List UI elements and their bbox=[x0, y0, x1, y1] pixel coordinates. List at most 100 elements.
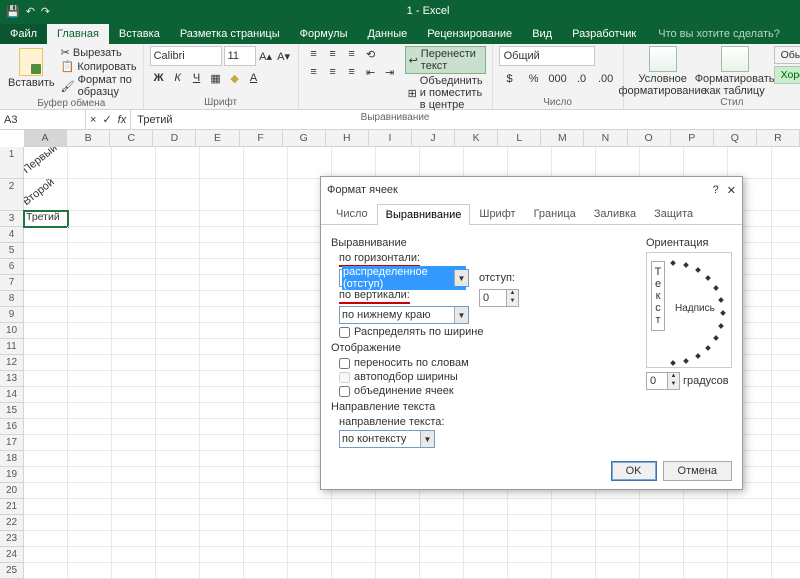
cell[interactable] bbox=[68, 499, 112, 515]
cell[interactable] bbox=[68, 307, 112, 323]
cell[interactable] bbox=[156, 275, 200, 291]
cell[interactable] bbox=[728, 515, 772, 531]
cell[interactable] bbox=[156, 259, 200, 275]
cell[interactable] bbox=[156, 483, 200, 499]
cell[interactable] bbox=[772, 323, 800, 339]
spin-down-icon[interactable]: ▼ bbox=[507, 298, 518, 306]
cell[interactable] bbox=[156, 531, 200, 547]
close-icon[interactable]: ✕ bbox=[727, 184, 736, 197]
cell[interactable] bbox=[200, 243, 244, 259]
cell[interactable] bbox=[200, 323, 244, 339]
name-box[interactable]: A3 bbox=[0, 110, 86, 129]
cell[interactable] bbox=[200, 147, 244, 179]
cell[interactable] bbox=[596, 563, 640, 579]
tab-formulas[interactable]: Формулы bbox=[290, 24, 358, 44]
italic-button[interactable]: К bbox=[169, 69, 187, 87]
cell[interactable] bbox=[464, 147, 508, 179]
style-good[interactable]: Хороший bbox=[774, 66, 800, 84]
cell[interactable] bbox=[200, 515, 244, 531]
row-header-4[interactable]: 4 bbox=[0, 227, 24, 243]
row-header-7[interactable]: 7 bbox=[0, 275, 24, 291]
cell[interactable] bbox=[156, 291, 200, 307]
cell[interactable] bbox=[772, 259, 800, 275]
cell[interactable] bbox=[112, 259, 156, 275]
cell[interactable] bbox=[244, 435, 288, 451]
row-header-8[interactable]: 8 bbox=[0, 291, 24, 307]
row-header-13[interactable]: 13 bbox=[0, 371, 24, 387]
chk-merge[interactable]: объединение ячеек bbox=[339, 385, 638, 397]
cell[interactable] bbox=[552, 531, 596, 547]
cell[interactable] bbox=[684, 499, 728, 515]
cell[interactable] bbox=[640, 547, 684, 563]
cell[interactable] bbox=[68, 259, 112, 275]
cell[interactable] bbox=[156, 387, 200, 403]
cell[interactable] bbox=[772, 451, 800, 467]
col-header-J[interactable]: J bbox=[412, 130, 455, 146]
cell[interactable] bbox=[112, 563, 156, 579]
align-bottom-icon[interactable]: ≡ bbox=[343, 46, 361, 62]
cell[interactable] bbox=[24, 531, 68, 547]
cell[interactable] bbox=[772, 403, 800, 419]
col-header-H[interactable]: H bbox=[326, 130, 369, 146]
cell[interactable] bbox=[376, 515, 420, 531]
cell[interactable] bbox=[200, 179, 244, 211]
cell[interactable] bbox=[200, 419, 244, 435]
cell[interactable] bbox=[640, 499, 684, 515]
cell[interactable] bbox=[24, 339, 68, 355]
cell[interactable] bbox=[640, 531, 684, 547]
cell[interactable] bbox=[596, 547, 640, 563]
cell[interactable] bbox=[244, 355, 288, 371]
currency-icon[interactable]: $ bbox=[499, 69, 521, 89]
col-header-I[interactable]: I bbox=[369, 130, 412, 146]
indent-spinner[interactable]: 0▲▼ bbox=[479, 289, 519, 307]
cell[interactable] bbox=[24, 243, 68, 259]
cell[interactable] bbox=[640, 147, 684, 179]
conditional-formatting-button[interactable]: Условное форматирование bbox=[630, 46, 696, 97]
tab-file[interactable]: Файл bbox=[0, 24, 47, 44]
cell[interactable] bbox=[552, 563, 596, 579]
cell[interactable] bbox=[24, 275, 68, 291]
cell[interactable] bbox=[332, 147, 376, 179]
cell[interactable] bbox=[156, 355, 200, 371]
col-header-C[interactable]: C bbox=[110, 130, 153, 146]
cell[interactable] bbox=[772, 243, 800, 259]
col-header-N[interactable]: N bbox=[584, 130, 627, 146]
cell[interactable] bbox=[288, 531, 332, 547]
cell[interactable] bbox=[112, 403, 156, 419]
row-header-5[interactable]: 5 bbox=[0, 243, 24, 259]
cell[interactable] bbox=[596, 531, 640, 547]
cell[interactable] bbox=[156, 451, 200, 467]
cell[interactable] bbox=[420, 499, 464, 515]
cell[interactable] bbox=[244, 483, 288, 499]
cell[interactable] bbox=[68, 483, 112, 499]
dlg-tab-number[interactable]: Число bbox=[327, 203, 377, 224]
row-header-17[interactable]: 17 bbox=[0, 435, 24, 451]
cell[interactable] bbox=[156, 147, 200, 179]
cell[interactable] bbox=[200, 355, 244, 371]
cell[interactable] bbox=[112, 291, 156, 307]
cell[interactable] bbox=[200, 259, 244, 275]
cell[interactable] bbox=[772, 563, 800, 579]
cell[interactable] bbox=[596, 499, 640, 515]
cell[interactable] bbox=[464, 563, 508, 579]
cell[interactable] bbox=[772, 435, 800, 451]
cell[interactable] bbox=[24, 451, 68, 467]
cell[interactable] bbox=[200, 403, 244, 419]
accept-formula-icon[interactable]: ✓ bbox=[102, 113, 111, 126]
cell[interactable] bbox=[552, 499, 596, 515]
cell[interactable] bbox=[244, 387, 288, 403]
cell[interactable] bbox=[332, 563, 376, 579]
cell[interactable] bbox=[24, 547, 68, 563]
cell[interactable]: Второй bbox=[24, 179, 68, 211]
col-header-F[interactable]: F bbox=[240, 130, 283, 146]
cell[interactable] bbox=[68, 387, 112, 403]
cell[interactable] bbox=[288, 563, 332, 579]
col-header-G[interactable]: G bbox=[283, 130, 326, 146]
cell[interactable] bbox=[772, 419, 800, 435]
cell[interactable] bbox=[772, 531, 800, 547]
cell[interactable] bbox=[244, 259, 288, 275]
orientation-icon[interactable]: ⟲ bbox=[362, 46, 380, 62]
cell[interactable] bbox=[68, 211, 112, 227]
cell[interactable] bbox=[156, 547, 200, 563]
col-header-B[interactable]: B bbox=[67, 130, 110, 146]
